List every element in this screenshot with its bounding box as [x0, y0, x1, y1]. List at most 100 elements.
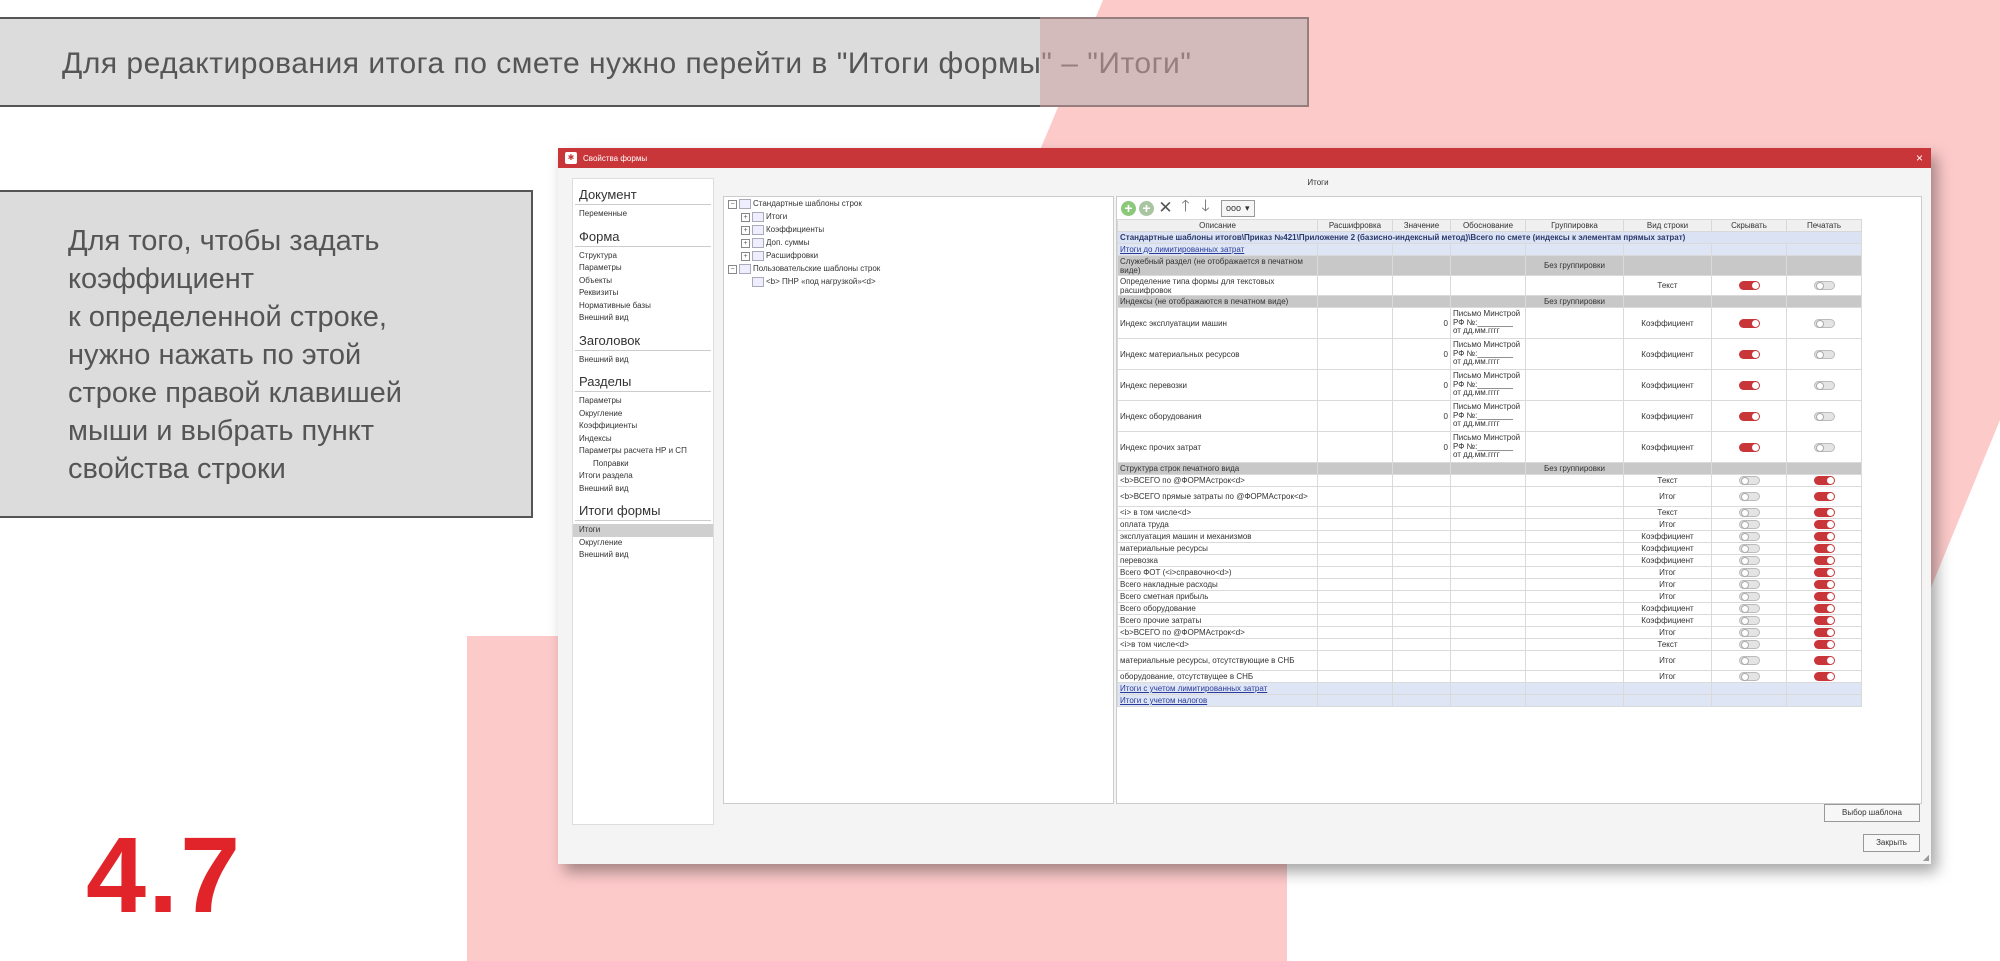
table-row[interactable]: Индекс эксплуатации машин 0 Письмо Минстро… — [1117, 307, 1862, 339]
toggle-on[interactable] — [1813, 604, 1835, 614]
nav-item[interactable]: Индексы — [573, 433, 713, 446]
nav-item[interactable]: Нормативные базы — [573, 300, 713, 313]
table-row[interactable]: Итоги с учетом налогов — [1117, 694, 1862, 707]
table-row[interactable]: Всего ФОТ (<i>справочно<d>) Итог — [1117, 566, 1862, 579]
nav-item[interactable]: Параметры расчета НР и СП — [573, 445, 713, 458]
tree-item[interactable]: + Итоги — [724, 210, 1113, 223]
nav-item[interactable]: Итоги раздела — [573, 470, 713, 483]
add-child-icon[interactable]: + — [1139, 200, 1154, 216]
toggle-on[interactable] — [1738, 380, 1760, 390]
table-row[interactable]: оборудование, отсутствущее в СНБ Итог — [1117, 670, 1862, 683]
toggle-on[interactable] — [1813, 616, 1835, 626]
nav-item[interactable]: Коэффициенты — [573, 420, 713, 433]
toggle-off[interactable] — [1738, 556, 1760, 566]
tree-item[interactable]: + Расшифровки — [724, 249, 1113, 262]
toggle-on[interactable] — [1813, 544, 1835, 554]
table-row[interactable]: Стандартные шаблоны итогов\Приказ №421\П… — [1117, 231, 1862, 244]
collapse-icon[interactable]: − — [728, 265, 737, 274]
toggle-off[interactable] — [1738, 544, 1760, 554]
table-row[interactable]: Индекс оборудования 0 Письмо Минстрой РФ №:… — [1117, 400, 1862, 432]
toggle-on[interactable] — [1813, 640, 1835, 650]
table-row[interactable]: Индекс материальных ресурсов 0 Письмо Минс… — [1117, 338, 1862, 370]
close-button[interactable]: Закрыть — [1863, 834, 1920, 852]
toggle-off[interactable] — [1738, 532, 1760, 542]
table-row[interactable]: Служебный раздел (не отображается в печа… — [1117, 255, 1862, 276]
expand-icon[interactable]: + — [741, 226, 750, 235]
table-row[interactable]: <i>в том числе<d> Текст — [1117, 638, 1862, 651]
toggle-off[interactable] — [1813, 318, 1835, 328]
toggle-on[interactable] — [1738, 349, 1760, 359]
toggle-off[interactable] — [1813, 281, 1835, 291]
table-row[interactable]: Всего оборудование Коэффициент — [1117, 602, 1862, 615]
choose-template-button[interactable]: Выбор шаблона — [1824, 804, 1920, 822]
table-row[interactable]: Всего сметная прибыль Итог — [1117, 590, 1862, 603]
toggle-on[interactable] — [1813, 580, 1835, 590]
expand-icon[interactable]: + — [741, 239, 750, 248]
column-header[interactable]: Скрывать — [1711, 219, 1787, 232]
close-icon[interactable]: × — [1916, 151, 1923, 165]
tree-item[interactable]: <b> ПНР «под нагрузкой»<d> — [724, 275, 1113, 288]
toggle-off[interactable] — [1738, 568, 1760, 578]
table-row[interactable]: <b>ВСЕГО по @ФОРМАстрок<d> Текст — [1117, 474, 1862, 487]
tree-item[interactable]: + Коэффициенты — [724, 223, 1113, 236]
nav-item[interactable]: Структура — [573, 250, 713, 263]
toggle-off[interactable] — [1738, 592, 1760, 602]
table-row[interactable]: оплата труда Итог — [1117, 518, 1862, 531]
table-row[interactable]: Всего прочие затраты Коэффициент — [1117, 614, 1862, 627]
table-row[interactable]: Индексы (не отображаются в печатном виде… — [1117, 295, 1862, 308]
nav-item[interactable]: Округление — [573, 537, 713, 550]
arrow-up-icon[interactable]: 🡑 — [1177, 198, 1194, 217]
resize-grip-icon[interactable]: ◢ — [1923, 853, 1929, 862]
toggle-on[interactable] — [1813, 592, 1835, 602]
toggle-on[interactable] — [1738, 411, 1760, 421]
toggle-off[interactable] — [1738, 640, 1760, 650]
table-row[interactable]: Итоги с учетом лимитированных затрат — [1117, 682, 1862, 695]
nav-item[interactable]: Внешний вид — [573, 549, 713, 562]
toggle-on[interactable] — [1813, 656, 1835, 666]
tree-item[interactable]: + Доп. суммы — [724, 236, 1113, 249]
table-row[interactable]: Индекс прочих затрат 0 Письмо Минстрой РФ №… — [1117, 431, 1862, 463]
nav-item[interactable]: Параметры — [573, 395, 713, 408]
table-row[interactable]: Всего накладные расходы Итог — [1117, 578, 1862, 591]
toggle-on[interactable] — [1813, 476, 1835, 486]
table-row[interactable]: <b>ВСЕГО прямые затраты по @ФОРМАстрок<d… — [1117, 486, 1862, 507]
toggle-off[interactable] — [1813, 411, 1835, 421]
toggle-on[interactable] — [1738, 318, 1760, 328]
expand-icon[interactable]: + — [741, 213, 750, 222]
toggle-off[interactable] — [1738, 520, 1760, 530]
nav-item[interactable]: Итоги — [573, 524, 713, 537]
toggle-off[interactable] — [1738, 604, 1760, 614]
table-row[interactable]: <b>ВСЕГО по @ФОРМАстрок<d> Итог — [1117, 626, 1862, 639]
nav-item[interactable]: Округление — [573, 408, 713, 421]
delete-icon[interactable]: ✕ — [1157, 198, 1174, 217]
tree-item[interactable]: − Стандартные шаблоны строк — [724, 197, 1113, 210]
toggle-off[interactable] — [1738, 672, 1760, 682]
toggle-off[interactable] — [1738, 580, 1760, 590]
toggle-off[interactable] — [1813, 442, 1835, 452]
column-header[interactable]: Значение — [1392, 219, 1451, 232]
toggle-off[interactable] — [1738, 492, 1760, 502]
toggle-on[interactable] — [1813, 556, 1835, 566]
arrow-down-icon[interactable]: 🡓 — [1197, 198, 1214, 217]
column-header[interactable]: Описание — [1117, 219, 1318, 232]
toggle-on[interactable] — [1813, 568, 1835, 578]
toggle-on[interactable] — [1813, 520, 1835, 530]
toggle-off[interactable] — [1738, 616, 1760, 626]
table-row[interactable]: материальные ресурсы Коэффициент — [1117, 542, 1862, 555]
column-header[interactable]: Расшифровка — [1317, 219, 1393, 232]
toggle-on[interactable] — [1738, 442, 1760, 452]
toggle-on[interactable] — [1813, 508, 1835, 518]
nav-item[interactable]: Переменные — [573, 208, 713, 221]
toggle-off[interactable] — [1738, 476, 1760, 486]
nav-item[interactable]: Реквизиты — [573, 287, 713, 300]
column-header[interactable]: Обоснование — [1450, 219, 1526, 232]
expand-icon[interactable]: + — [741, 252, 750, 261]
table-row[interactable]: Индекс перевозки 0 Письмо Минстрой РФ №:___… — [1117, 369, 1862, 401]
nav-item[interactable]: Параметры — [573, 262, 713, 275]
column-header[interactable]: Печатать — [1786, 219, 1862, 232]
toggle-on[interactable] — [1813, 672, 1835, 682]
toggle-on[interactable] — [1813, 492, 1835, 502]
nav-item[interactable]: Внешний вид — [573, 483, 713, 496]
nav-item[interactable]: Объекты — [573, 275, 713, 288]
toggle-off[interactable] — [1813, 349, 1835, 359]
